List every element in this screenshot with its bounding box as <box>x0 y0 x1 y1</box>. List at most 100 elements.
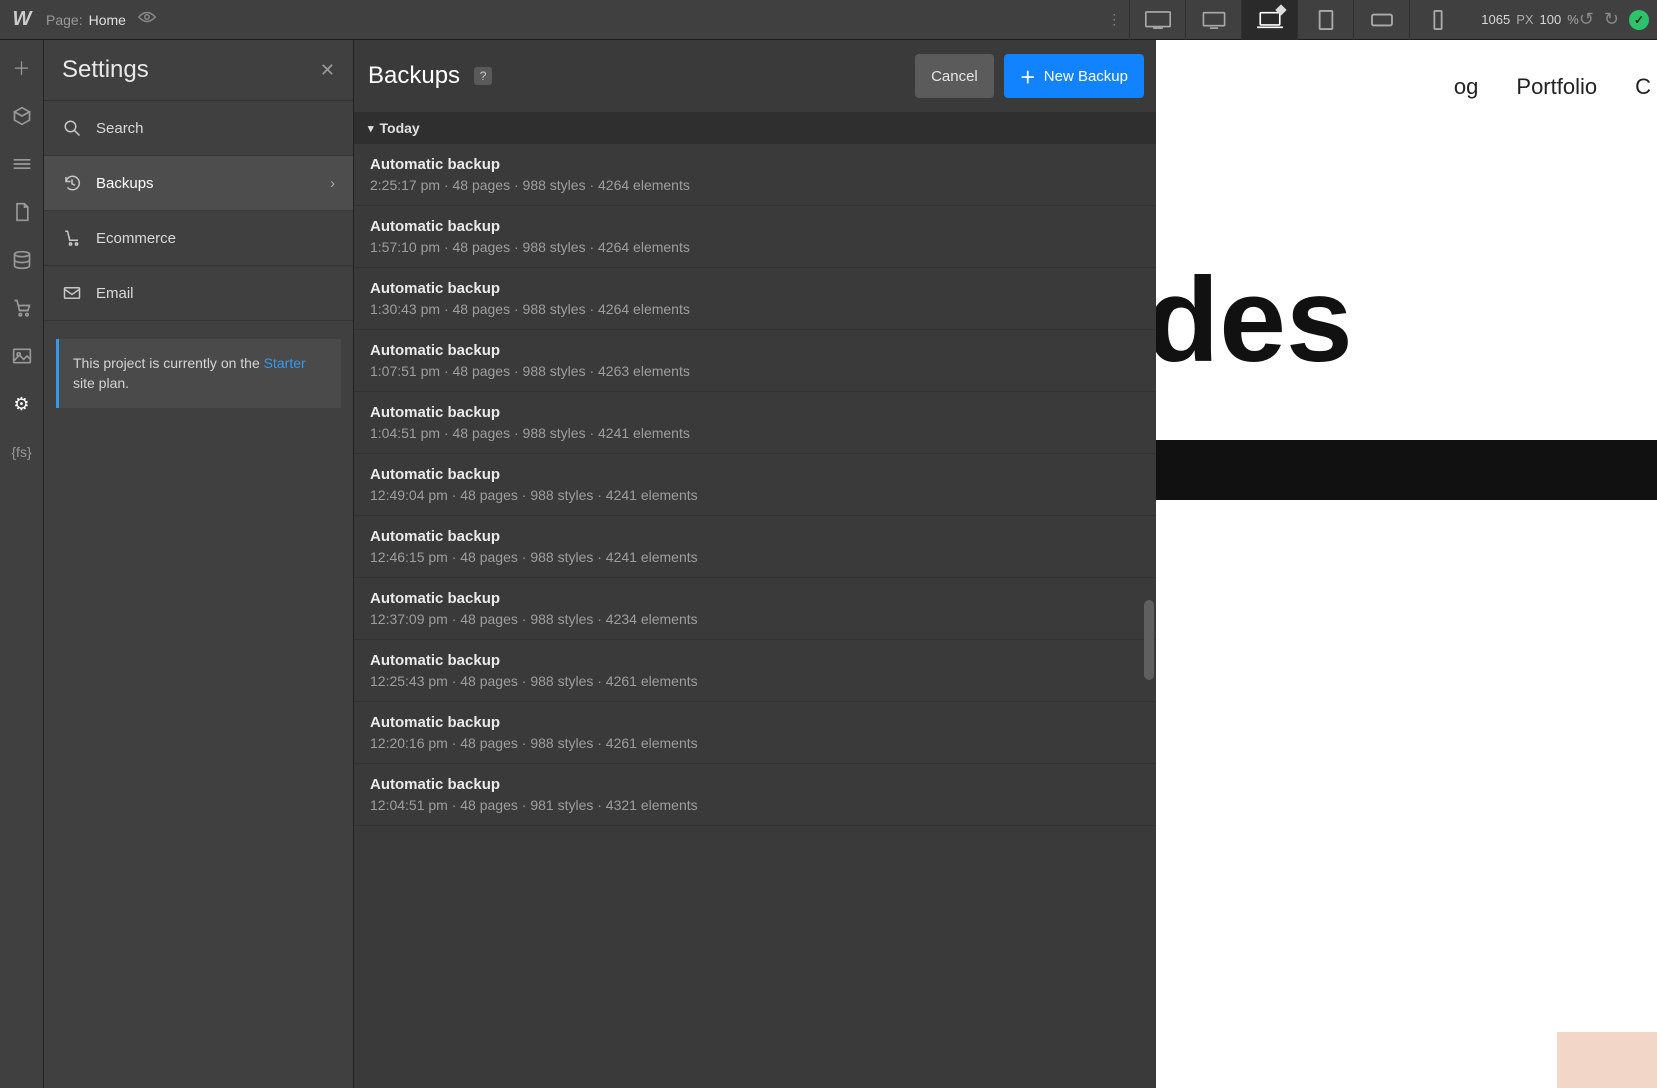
breakpoint-xl[interactable] <box>1129 0 1185 40</box>
new-backup-label: New Backup <box>1044 68 1128 85</box>
site-nav: og Portfolio C <box>1156 40 1657 100</box>
backup-row[interactable]: Automatic backup 12:37:09 pm · 48 pages ·… <box>354 578 1156 640</box>
settings-title: Settings <box>62 56 149 84</box>
backup-row-meta: 12:49:04 pm · 48 pages · 988 styles · 42… <box>370 487 1140 503</box>
close-icon[interactable]: ✕ <box>320 60 335 81</box>
nav-item-blog-fragment[interactable]: og <box>1454 74 1478 100</box>
app-logo[interactable]: W <box>8 6 36 34</box>
finsweet-icon[interactable]: {fs} <box>0 430 44 474</box>
backup-row-title: Automatic backup <box>370 528 1140 545</box>
backup-row[interactable]: Automatic backup 1:07:51 pm · 48 pages · … <box>354 330 1156 392</box>
page-prefix: Page: <box>46 12 83 28</box>
viewport-size[interactable]: 1065 PX 100 % <box>1481 12 1579 27</box>
breakpoint-tablet[interactable] <box>1297 0 1353 40</box>
plus-icon: ＋ <box>1020 64 1036 88</box>
backup-row[interactable]: Automatic backup 1:30:43 pm · 48 pages · … <box>354 268 1156 330</box>
plan-link[interactable]: Starter <box>264 355 306 371</box>
backup-section-header[interactable]: Today <box>354 112 1156 144</box>
viewport-zoom-unit: % <box>1567 12 1579 27</box>
left-rail: ＋ ⚙ {fs} <box>0 40 44 1088</box>
hero-text-fragment: des <box>1156 260 1657 380</box>
backup-row-meta: 12:04:51 pm · 48 pages · 981 styles · 43… <box>370 797 1140 813</box>
backup-list[interactable]: Automatic backup 2:25:17 pm · 48 pages · … <box>354 144 1156 1088</box>
settings-item-label: Search <box>96 120 144 137</box>
backup-row-title: Automatic backup <box>370 590 1140 607</box>
design-canvas[interactable]: og Portfolio C des <box>1156 40 1657 1088</box>
backups-panel: Backups ? Cancel ＋ New Backup Today Autom… <box>354 40 1156 1088</box>
backup-row[interactable]: Automatic backup 12:49:04 pm · 48 pages ·… <box>354 454 1156 516</box>
chevron-right-icon: › <box>330 175 335 192</box>
backup-row-title: Automatic backup <box>370 404 1140 421</box>
preview-icon[interactable] <box>138 10 156 29</box>
backup-row[interactable]: Automatic backup 12:20:16 pm · 48 pages ·… <box>354 702 1156 764</box>
breakpoint-mobile[interactable] <box>1409 0 1465 40</box>
undo-icon[interactable]: ↺ <box>1579 9 1594 30</box>
backup-row[interactable]: Automatic backup 1:57:10 pm · 48 pages · … <box>354 206 1156 268</box>
viewport-zoom: 100 <box>1540 12 1562 27</box>
plan-notice-pre: This project is currently on the <box>73 355 264 371</box>
assets-icon[interactable] <box>0 334 44 378</box>
backup-row-meta: 1:04:51 pm · 48 pages · 988 styles · 424… <box>370 425 1140 441</box>
page-name[interactable]: Home <box>89 12 126 28</box>
pages-icon[interactable] <box>0 190 44 234</box>
backup-row[interactable]: Automatic backup 12:46:15 pm · 48 pages ·… <box>354 516 1156 578</box>
cancel-button[interactable]: Cancel <box>915 54 994 98</box>
plan-notice: This project is currently on the Starter… <box>56 339 341 408</box>
settings-item-ecommerce[interactable]: Ecommerce <box>44 211 353 266</box>
backup-row-meta: 12:20:16 pm · 48 pages · 988 styles · 42… <box>370 735 1140 751</box>
cart-icon <box>62 229 82 247</box>
cancel-label: Cancel <box>931 68 978 85</box>
breakpoint-switcher <box>1129 0 1465 40</box>
backup-row-meta: 2:25:17 pm · 48 pages · 988 styles · 426… <box>370 177 1140 193</box>
plan-notice-post: site plan. <box>73 375 129 391</box>
history-icon <box>62 174 82 192</box>
backup-row-title: Automatic backup <box>370 466 1140 483</box>
settings-item-email[interactable]: Email <box>44 266 353 321</box>
redo-icon[interactable]: ↻ <box>1604 9 1619 30</box>
scrollbar-thumb[interactable] <box>1144 600 1154 680</box>
mail-icon <box>62 286 82 300</box>
backup-row-meta: 12:46:15 pm · 48 pages · 988 styles · 42… <box>370 549 1140 565</box>
breakpoint-mobile-landscape[interactable] <box>1353 0 1409 40</box>
backup-row-title: Automatic backup <box>370 280 1140 297</box>
peach-block <box>1557 1032 1657 1088</box>
backup-row-title: Automatic backup <box>370 714 1140 731</box>
backup-row[interactable]: Automatic backup12:25:43 pm · 48 pages ·… <box>354 640 1156 702</box>
backup-row-meta: 1:57:10 pm · 48 pages · 988 styles · 426… <box>370 239 1140 255</box>
settings-icon[interactable]: ⚙ <box>0 382 44 426</box>
navigator-icon[interactable] <box>0 94 44 138</box>
backup-section-label: Today <box>380 120 420 136</box>
backup-row-title: Automatic backup <box>370 156 1140 173</box>
settings-item-label: Ecommerce <box>96 230 176 247</box>
backup-row-title: Automatic backup <box>370 218 1140 235</box>
settings-item-label: Backups <box>96 175 154 192</box>
publish-status-icon[interactable] <box>1629 10 1649 30</box>
backup-row-title: Automatic backup <box>370 776 1140 793</box>
ecommerce-rail-icon[interactable] <box>0 286 44 330</box>
backups-title: Backups <box>368 62 460 90</box>
backup-row-title: Automatic backup <box>370 652 1140 669</box>
top-bar: W Page: Home ⋮ 1065 PX 100 % ↺ ↻ <box>0 0 1657 40</box>
backup-row[interactable]: Automatic backup 1:04:51 pm · 48 pages · … <box>354 392 1156 454</box>
cms-icon[interactable] <box>0 238 44 282</box>
breakpoint-base[interactable] <box>1241 0 1297 40</box>
backup-row-meta: 12:37:09 pm · 48 pages · 988 styles · 42… <box>370 611 1140 627</box>
viewport-width: 1065 <box>1481 12 1510 27</box>
help-icon[interactable]: ? <box>474 67 492 85</box>
breakpoint-lg[interactable] <box>1185 0 1241 40</box>
nav-item-portfolio[interactable]: Portfolio <box>1516 74 1597 100</box>
backup-row[interactable]: Automatic backup 2:25:17 pm · 48 pages · … <box>354 144 1156 206</box>
nav-item-c-fragment[interactable]: C <box>1635 74 1651 100</box>
settings-item-backups[interactable]: Backups › <box>44 156 353 211</box>
search-icon <box>62 119 82 137</box>
backup-row-meta: 1:07:51 pm · 48 pages · 988 styles · 426… <box>370 363 1140 379</box>
new-backup-button[interactable]: ＋ New Backup <box>1004 54 1144 98</box>
settings-item-label: Email <box>96 285 134 302</box>
more-icon[interactable]: ⋮ <box>1107 11 1121 28</box>
add-elements-icon[interactable]: ＋ <box>0 46 44 90</box>
backup-row-title: Automatic backup <box>370 342 1140 359</box>
components-icon[interactable] <box>0 142 44 186</box>
backup-row-meta: 1:30:43 pm · 48 pages · 988 styles · 426… <box>370 301 1140 317</box>
settings-item-search[interactable]: Search <box>44 101 353 156</box>
backup-row[interactable]: Automatic backup 12:04:51 pm · 48 pages ·… <box>354 764 1156 826</box>
